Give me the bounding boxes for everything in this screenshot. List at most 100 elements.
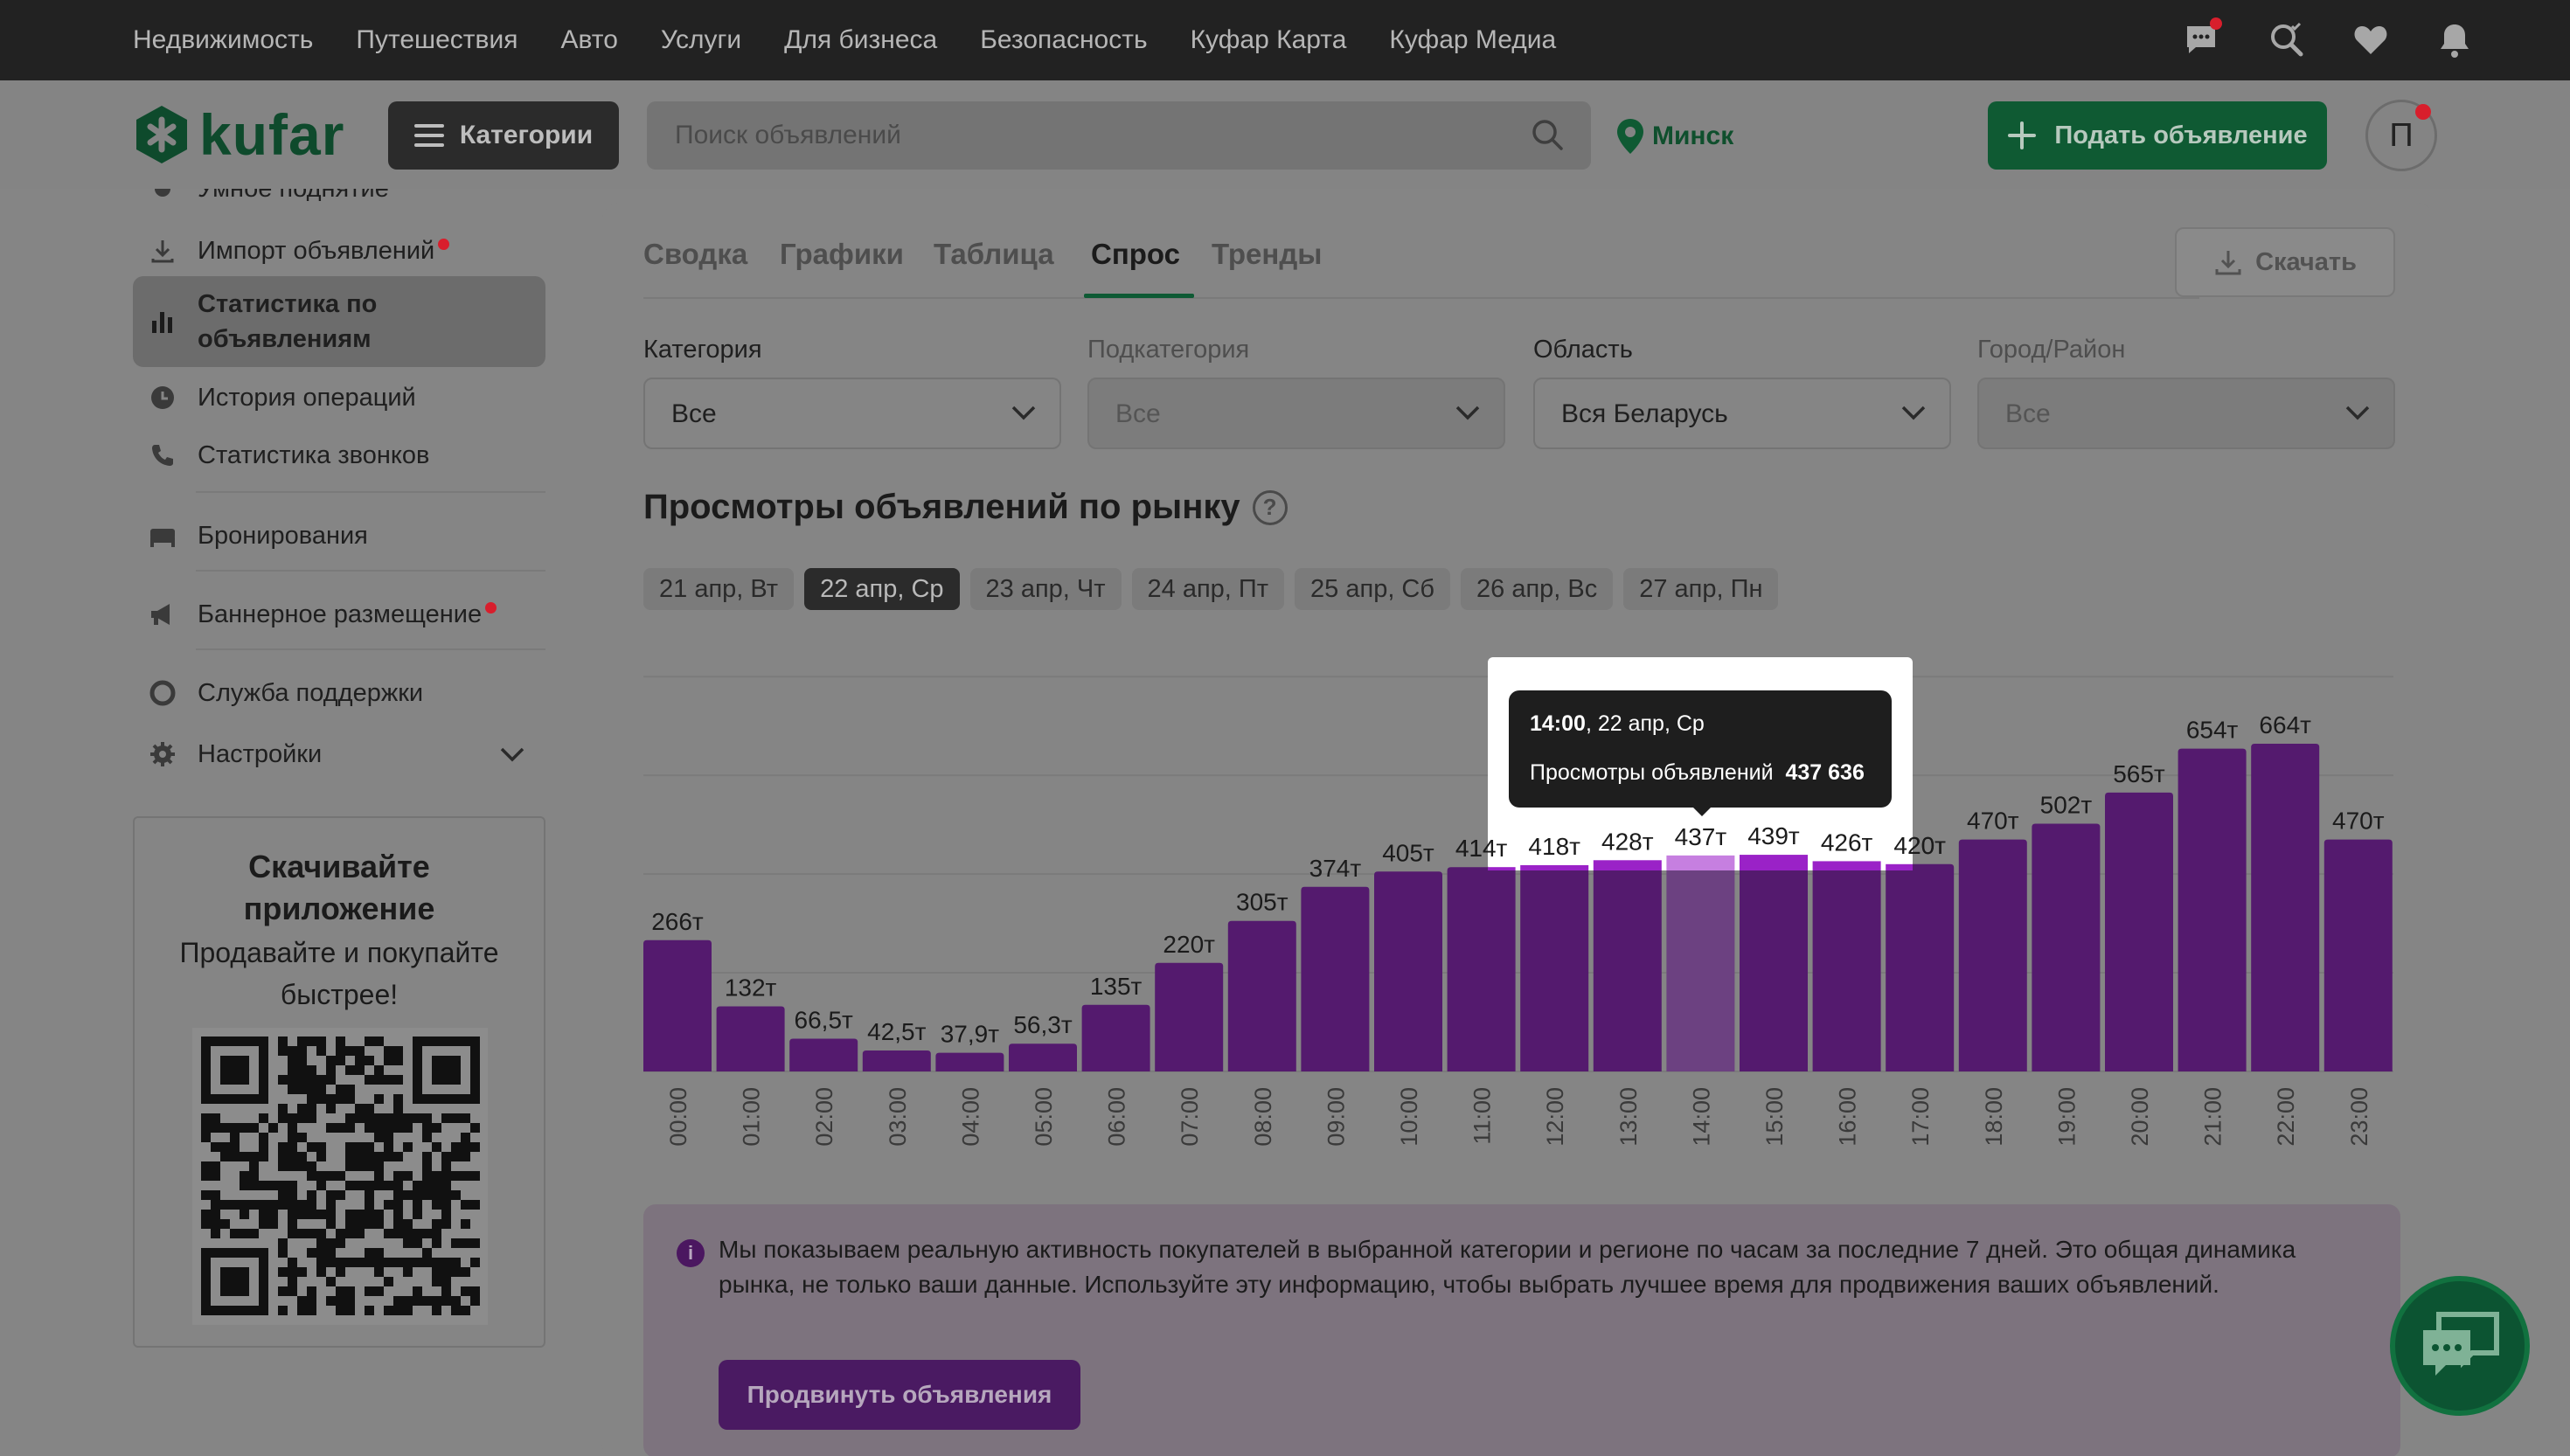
chart-data-label-highlight: 426т [1821,829,1873,856]
chart-bar-highlight [1666,855,1735,870]
qr-module [384,1229,393,1238]
qr-module [374,1258,384,1267]
qr-module [355,1229,365,1238]
info-icon: i [677,1239,705,1267]
chart-data-label-highlight: 439т [1747,822,1800,849]
qr-module [422,1258,432,1267]
qr-module [441,1267,451,1277]
chart-bar-highlight [1886,863,1913,870]
chart-bar-highlight [1520,864,1589,870]
qr-module [393,1306,403,1315]
qr-module [365,1258,374,1267]
qr-module [432,1258,441,1267]
qr-module [403,1229,413,1238]
promote-ads-button[interactable]: Продвинуть объявления [719,1360,1080,1430]
qr-module [230,1229,240,1238]
qr-module [470,1258,480,1267]
qr-module [403,1238,413,1248]
qr-module [288,1267,297,1277]
qr-module [393,1258,403,1267]
qr-module [441,1258,451,1267]
qr-module [451,1306,461,1315]
qr-module [451,1258,461,1267]
qr-module [451,1238,461,1248]
qr-module [461,1306,470,1315]
qr-module [470,1286,480,1296]
chart-data-label-highlight: 420т [1893,832,1946,859]
chart-bar-highlight [1488,867,1516,870]
qr-module [326,1277,336,1286]
qr-module [451,1267,461,1277]
info-text: Мы показываем реальную активность покупа… [719,1236,2296,1298]
tooltip-metric-line: Просмотры объявлений 437 636 [1530,760,1865,786]
tooltip-date: , 22 апр, Ср [1585,711,1705,736]
qr-module [422,1296,432,1306]
qr-module [316,1248,326,1258]
chart-bar-highlight [1740,855,1808,870]
qr-module [461,1267,470,1277]
qr-module [336,1306,345,1315]
tooltip-metric-value: 437 636 [1785,760,1865,785]
qr-module [345,1258,355,1267]
qr-module [441,1286,451,1296]
qr-module [345,1286,355,1296]
qr-module [326,1248,336,1258]
qr-module [461,1238,470,1248]
qr-module [345,1229,355,1238]
qr-module [403,1267,413,1277]
qr-module [326,1238,336,1248]
qr-module [432,1229,441,1238]
qr-module [307,1229,316,1238]
qr-module [307,1248,316,1258]
chat-bubbles-icon [2423,1312,2499,1376]
chat-button[interactable] [2390,1276,2530,1416]
qr-module [413,1258,422,1267]
qr-module [278,1306,288,1315]
qr-module [316,1238,326,1248]
qr-module [316,1267,326,1277]
tooltip-metric-label: Просмотры объявлений [1530,760,1774,785]
qr-module [278,1267,288,1277]
qr-module [413,1229,422,1238]
qr-module [384,1277,393,1286]
qr-module [316,1258,326,1267]
qr-module [374,1286,384,1296]
qr-module [451,1296,461,1306]
qr-module [297,1296,307,1306]
qr-module [441,1296,451,1306]
qr-finder [220,1267,249,1296]
qr-module [326,1296,336,1306]
qr-module [413,1296,422,1306]
chart-data-label-highlight: 428т [1601,828,1654,855]
qr-module [403,1296,413,1306]
qr-module [374,1248,384,1258]
chart-data-label-highlight: 418т [1528,833,1580,860]
qr-module [403,1306,413,1315]
qr-module [422,1248,432,1258]
qr-module [470,1238,480,1248]
qr-module [288,1258,297,1267]
qr-module [441,1277,451,1286]
qr-module [432,1277,441,1286]
qr-module [355,1258,365,1267]
tooltip-arrow [1691,806,1712,816]
qr-module [365,1248,374,1258]
qr-module [288,1286,297,1296]
chart-bar-highlight [1812,861,1881,870]
qr-module [278,1238,288,1248]
qr-module [413,1238,422,1248]
qr-module [278,1248,288,1258]
qr-module [432,1296,441,1306]
qr-module [384,1306,393,1315]
info-box: i Мы показываем реальную активность поку… [643,1204,2400,1456]
qr-module [422,1229,432,1238]
qr-module [240,1229,249,1238]
qr-module [297,1267,307,1277]
tooltip-time-line: 14:00, 22 апр, Ср [1530,711,1705,737]
qr-module [297,1229,307,1238]
qr-module [297,1306,307,1315]
qr-module [307,1306,316,1315]
qr-module [307,1286,316,1296]
qr-module [336,1267,345,1277]
qr-module [413,1286,422,1296]
